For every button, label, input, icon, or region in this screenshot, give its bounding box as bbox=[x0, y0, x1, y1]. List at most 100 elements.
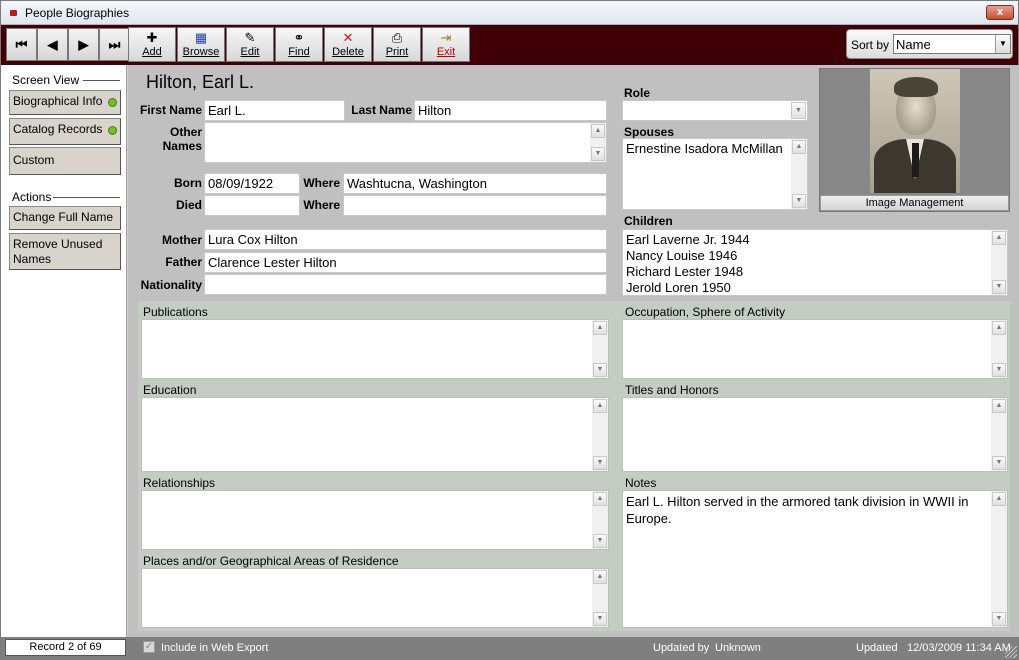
notes-field[interactable]: Earl L. Hilton served in the armored tan… bbox=[622, 490, 1008, 628]
born-date-field[interactable]: 08/09/1922 bbox=[204, 173, 300, 194]
scroll-up-icon[interactable]: ▲ bbox=[792, 140, 806, 154]
previous-record-button[interactable]: ◀ bbox=[37, 28, 68, 61]
next-record-icon: ▶ bbox=[78, 37, 89, 52]
web-export-checkbox[interactable]: ✓ bbox=[143, 641, 155, 653]
scrollbar[interactable]: ▲ ▼ bbox=[592, 491, 608, 549]
scrollbar[interactable]: ▲ ▼ bbox=[991, 398, 1007, 471]
scrollbar[interactable]: ▲ ▼ bbox=[991, 230, 1007, 295]
other-names-label: Other Names bbox=[162, 125, 202, 153]
relationships-field[interactable]: ▲ ▼ bbox=[141, 490, 609, 550]
first-name-label: First Name bbox=[139, 103, 202, 117]
person-full-name: Hilton, Earl L. bbox=[146, 72, 255, 92]
first-record-button[interactable]: ⏮ bbox=[6, 28, 37, 61]
portrait-tie bbox=[912, 143, 919, 177]
scroll-up-icon[interactable]: ▲ bbox=[992, 492, 1006, 506]
children-field[interactable]: Earl Laverne Jr. 1944 Nancy Louise 1946 … bbox=[622, 229, 1008, 296]
nationality-field[interactable] bbox=[204, 274, 607, 295]
relationships-label: Relationships bbox=[143, 476, 216, 490]
scroll-up-icon[interactable]: ▲ bbox=[992, 399, 1006, 413]
scroll-up-icon[interactable]: ▲ bbox=[591, 124, 605, 138]
scroll-down-icon[interactable]: ▼ bbox=[591, 147, 605, 161]
binoculars-icon: ⚭ bbox=[293, 30, 305, 45]
scroll-up-icon[interactable]: ▲ bbox=[992, 321, 1006, 335]
role-select[interactable]: ▼ bbox=[622, 100, 808, 121]
scroll-down-icon[interactable]: ▼ bbox=[992, 280, 1006, 294]
scroll-down-icon[interactable]: ▼ bbox=[593, 534, 607, 548]
last-name-field[interactable]: Hilton bbox=[414, 100, 607, 121]
born-label: Born bbox=[174, 176, 202, 190]
portrait-image bbox=[870, 69, 960, 193]
find-button[interactable]: ⚭ Find bbox=[275, 27, 323, 62]
last-record-button[interactable]: ⏭ bbox=[99, 28, 130, 61]
mother-field[interactable]: Lura Cox Hilton bbox=[204, 229, 607, 250]
scrollbar[interactable]: ▲ ▼ bbox=[791, 139, 807, 209]
add-button[interactable]: ✚ Add bbox=[128, 27, 176, 62]
died-where-field[interactable] bbox=[343, 195, 607, 216]
resize-grip[interactable] bbox=[1005, 646, 1017, 658]
other-names-field[interactable]: ▲ ▼ bbox=[204, 122, 607, 163]
actions-label: Actions bbox=[12, 190, 52, 204]
education-field[interactable]: ▲ ▼ bbox=[141, 397, 609, 472]
web-export-label: Include in Web Export bbox=[161, 642, 269, 654]
scroll-down-icon[interactable]: ▼ bbox=[992, 363, 1006, 377]
browse-button[interactable]: ▦ Browse bbox=[177, 27, 225, 62]
spouses-field[interactable]: Ernestine Isadora McMillan ▲ ▼ bbox=[622, 138, 808, 210]
first-name-field[interactable]: Earl L. bbox=[204, 100, 345, 121]
scroll-up-icon[interactable]: ▲ bbox=[593, 321, 607, 335]
scrollbar[interactable]: ▲ ▼ bbox=[991, 491, 1007, 627]
change-full-name-button[interactable]: Change Full Name bbox=[9, 206, 121, 230]
custom-button[interactable]: Custom bbox=[9, 147, 121, 175]
person-photo bbox=[819, 68, 1010, 212]
scroll-down-icon[interactable]: ▼ bbox=[593, 363, 607, 377]
scroll-up-icon[interactable]: ▲ bbox=[593, 492, 607, 506]
scroll-down-icon[interactable]: ▼ bbox=[992, 456, 1006, 470]
biographical-info-button[interactable]: Biographical Info bbox=[9, 90, 121, 115]
image-management-button[interactable]: Image Management bbox=[820, 195, 1009, 211]
scroll-up-icon[interactable]: ▲ bbox=[593, 399, 607, 413]
child-item: Richard Lester 1948 bbox=[626, 264, 744, 279]
delete-button[interactable]: ✕ Delete bbox=[324, 27, 372, 62]
sort-by-select[interactable]: Name ▼ bbox=[893, 34, 1011, 54]
exit-button[interactable]: ⇥ Exit bbox=[422, 27, 470, 62]
born-where-field[interactable]: Washtucna, Washington bbox=[343, 173, 607, 194]
remove-unused-names-button[interactable]: Remove Unused Names bbox=[9, 233, 121, 270]
scroll-up-icon[interactable]: ▲ bbox=[593, 570, 607, 584]
scroll-down-icon[interactable]: ▼ bbox=[593, 612, 607, 626]
scrollbar[interactable]: ▲ ▼ bbox=[991, 320, 1007, 378]
edit-button[interactable]: ✎ Edit bbox=[226, 27, 274, 62]
publications-field[interactable]: ▲ ▼ bbox=[141, 319, 609, 379]
scrollbar[interactable]: ▲ ▼ bbox=[590, 123, 606, 162]
notes-value: Earl L. Hilton served in the armored tan… bbox=[626, 494, 969, 526]
scrollbar[interactable]: ▲ ▼ bbox=[592, 569, 608, 627]
scroll-up-icon[interactable]: ▲ bbox=[992, 231, 1006, 245]
divider bbox=[53, 197, 120, 198]
record-counter: Record 2 of 69 bbox=[5, 639, 126, 656]
born-where-label: Where bbox=[303, 176, 340, 190]
sort-by-value: Name bbox=[896, 37, 931, 52]
titles-honors-label: Titles and Honors bbox=[625, 383, 719, 397]
previous-record-icon: ◀ bbox=[47, 37, 58, 52]
titles-honors-field[interactable]: ▲ ▼ bbox=[622, 397, 1008, 472]
chevron-down-icon[interactable]: ▼ bbox=[791, 102, 806, 119]
chevron-down-icon[interactable]: ▼ bbox=[995, 35, 1010, 53]
scroll-down-icon[interactable]: ▼ bbox=[992, 612, 1006, 626]
status-bar: Record 2 of 69 ✓ Include in Web Export U… bbox=[1, 637, 1018, 659]
x-icon: ✕ bbox=[342, 30, 354, 45]
spouses-label: Spouses bbox=[624, 125, 675, 139]
scrollbar[interactable]: ▲ ▼ bbox=[592, 398, 608, 471]
father-field[interactable]: Clarence Lester Hilton bbox=[204, 252, 607, 273]
scroll-down-icon[interactable]: ▼ bbox=[593, 456, 607, 470]
close-button[interactable]: x bbox=[986, 5, 1014, 20]
next-record-button[interactable]: ▶ bbox=[68, 28, 99, 61]
scrollbar[interactable]: ▲ ▼ bbox=[592, 320, 608, 378]
print-button[interactable]: ⎙ Print bbox=[373, 27, 421, 62]
places-residence-field[interactable]: ▲ ▼ bbox=[141, 568, 609, 628]
exit-label: Exit bbox=[436, 46, 456, 58]
edit-icon: ✎ bbox=[244, 30, 256, 45]
scroll-down-icon[interactable]: ▼ bbox=[792, 194, 806, 208]
edit-label: Edit bbox=[240, 46, 260, 58]
nationality-label: Nationality bbox=[140, 278, 202, 292]
catalog-records-button[interactable]: Catalog Records bbox=[9, 118, 121, 145]
died-date-field[interactable] bbox=[204, 195, 300, 216]
occupation-field[interactable]: ▲ ▼ bbox=[622, 319, 1008, 379]
